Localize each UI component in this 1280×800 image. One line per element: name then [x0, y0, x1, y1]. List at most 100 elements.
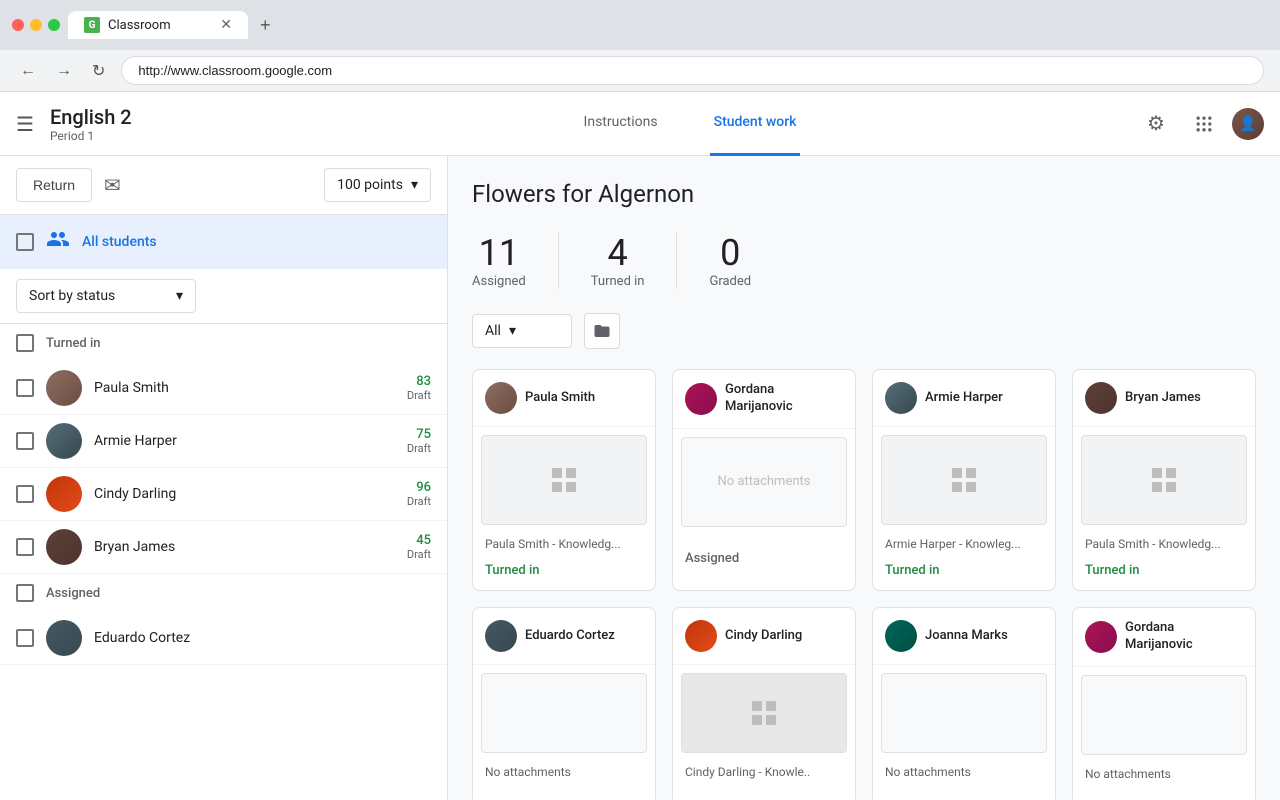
- header-left: ☰ English 2 Period 1: [0, 105, 260, 143]
- class-period: Period 1: [50, 129, 132, 143]
- student-checkbox[interactable]: [16, 538, 34, 556]
- student-card[interactable]: Armie Harper Armie Harper - Knowleg... T…: [872, 369, 1056, 591]
- assignment-title: Flowers for Algernon: [472, 180, 1256, 208]
- student-card[interactable]: Cindy Darling Cindy Darling - Knowle..: [672, 607, 856, 800]
- minimize-traffic-light[interactable]: [30, 19, 42, 31]
- all-students-checkbox[interactable]: [16, 233, 34, 251]
- assigned-students: Eduardo Cortez: [0, 612, 447, 665]
- address-bar-row: ← → ↻: [0, 50, 1280, 92]
- card-filename: Cindy Darling - Knowle..: [673, 761, 855, 787]
- student-name: Armie Harper: [94, 433, 407, 449]
- student-grade: 75: [407, 427, 431, 442]
- apps-button[interactable]: [1184, 104, 1224, 144]
- student-name: Eduardo Cortez: [94, 630, 431, 646]
- address-bar[interactable]: [121, 56, 1264, 85]
- close-traffic-light[interactable]: [12, 19, 24, 31]
- attachment-icon: [1150, 466, 1178, 494]
- student-row[interactable]: Paula Smith 83 Draft: [0, 362, 447, 415]
- points-dropdown[interactable]: 100 points ▾: [324, 168, 431, 202]
- student-card[interactable]: Eduardo Cortez No attachments: [472, 607, 656, 800]
- card-filename: No attachments: [1073, 763, 1255, 789]
- student-avatar-paula: [46, 370, 82, 406]
- back-button[interactable]: ←: [16, 58, 40, 84]
- tab-instructions[interactable]: Instructions: [580, 92, 662, 156]
- student-row[interactable]: Bryan James 45 Draft: [0, 521, 447, 574]
- card-student-name: Gordana Marijanovic: [1125, 620, 1243, 654]
- section-checkbox-assigned[interactable]: [16, 584, 34, 602]
- student-checkbox[interactable]: [16, 379, 34, 397]
- stat-graded-num: 0: [720, 232, 740, 274]
- filter-chevron-icon: ▾: [509, 323, 516, 339]
- student-checkbox[interactable]: [16, 432, 34, 450]
- card-student-name: Armie Harper: [925, 390, 1003, 407]
- main-layout: Return ✉ 100 points ▾ All students Sort …: [0, 156, 1280, 800]
- tab-close-button[interactable]: ✕: [220, 17, 232, 33]
- stat-turned-in-num: 4: [608, 232, 628, 274]
- card-avatar-eduardo: [485, 620, 517, 652]
- sort-row: Sort by status ▾: [0, 269, 447, 324]
- student-name: Bryan James: [94, 539, 407, 555]
- browser-tab[interactable]: G Classroom ✕: [68, 11, 248, 39]
- browser-chrome: G Classroom ✕ +: [0, 0, 1280, 50]
- new-tab-button[interactable]: +: [256, 11, 275, 40]
- student-row[interactable]: Eduardo Cortez: [0, 612, 447, 665]
- student-name: Paula Smith: [94, 380, 407, 396]
- card-thumbnail: [681, 673, 847, 753]
- card-student-name: Eduardo Cortez: [525, 628, 615, 645]
- forward-button[interactable]: →: [52, 58, 76, 84]
- settings-button[interactable]: ⚙: [1136, 104, 1176, 144]
- stat-assigned-label: Assigned: [472, 274, 526, 289]
- refresh-button[interactable]: ↻: [88, 57, 109, 85]
- main-nav: Instructions Student work: [260, 92, 1120, 156]
- section-title-turned-in: Turned in: [46, 336, 101, 351]
- card-avatar-gordana2: [1085, 621, 1117, 653]
- card-thumbnail: [881, 673, 1047, 753]
- section-header-turned-in: Turned in: [0, 324, 447, 362]
- card-thumbnail: [481, 435, 647, 525]
- class-name: English 2: [50, 105, 132, 129]
- card-thumbnail: [1081, 675, 1247, 755]
- student-grade: 96: [407, 480, 431, 495]
- card-student-name: Gordana Marijanovic: [725, 382, 843, 416]
- card-header: Armie Harper: [873, 370, 1055, 427]
- return-button[interactable]: Return: [16, 168, 92, 202]
- tab-title: Classroom: [108, 18, 171, 33]
- stat-graded-label: Graded: [709, 274, 751, 289]
- student-checkbox[interactable]: [16, 485, 34, 503]
- all-students-row[interactable]: All students: [0, 215, 447, 269]
- student-checkbox[interactable]: [16, 629, 34, 647]
- card-avatar-bryan: [1085, 382, 1117, 414]
- class-info: English 2 Period 1: [50, 105, 132, 143]
- content-area: Flowers for Algernon 11 Assigned 4 Turne…: [448, 156, 1280, 800]
- card-header: Paula Smith: [473, 370, 655, 427]
- sort-dropdown[interactable]: Sort by status ▾: [16, 279, 196, 313]
- card-header: Gordana Marijanovic: [673, 370, 855, 429]
- student-row[interactable]: Cindy Darling 96 Draft: [0, 468, 447, 521]
- user-avatar[interactable]: 👤: [1232, 108, 1264, 140]
- student-card[interactable]: Gordana Marijanovic No attachments Assig…: [672, 369, 856, 591]
- menu-icon[interactable]: ☰: [16, 112, 34, 136]
- stat-assigned-num: 11: [479, 232, 519, 274]
- student-card[interactable]: Bryan James Paula Smith - Knowledg... Tu…: [1072, 369, 1256, 591]
- card-status: Turned in: [1073, 559, 1255, 590]
- tab-student-work[interactable]: Student work: [710, 92, 801, 156]
- student-card[interactable]: Gordana Marijanovic No attachments: [1072, 607, 1256, 800]
- card-avatar-gordana: [685, 383, 717, 415]
- folder-button[interactable]: [584, 313, 620, 349]
- student-row[interactable]: Armie Harper 75 Draft: [0, 415, 447, 468]
- card-thumbnail: [881, 435, 1047, 525]
- cards-grid: Paula Smith Paula Smith - Knowledg... Tu…: [472, 369, 1256, 800]
- student-card[interactable]: Joanna Marks No attachments: [872, 607, 1056, 800]
- section-checkbox-turned-in[interactable]: [16, 334, 34, 352]
- section-header-assigned: Assigned: [0, 574, 447, 612]
- card-avatar-paula: [485, 382, 517, 414]
- app-header: ☰ English 2 Period 1 Instructions Studen…: [0, 92, 1280, 156]
- maximize-traffic-light[interactable]: [48, 19, 60, 31]
- filter-dropdown[interactable]: All ▾: [472, 314, 572, 348]
- mail-button[interactable]: ✉: [104, 173, 121, 198]
- traffic-lights: [12, 19, 60, 31]
- sidebar-toolbar: Return ✉ 100 points ▾: [0, 156, 447, 215]
- student-card[interactable]: Paula Smith Paula Smith - Knowledg... Tu…: [472, 369, 656, 591]
- card-avatar-armie: [885, 382, 917, 414]
- card-status: Turned in: [873, 559, 1055, 590]
